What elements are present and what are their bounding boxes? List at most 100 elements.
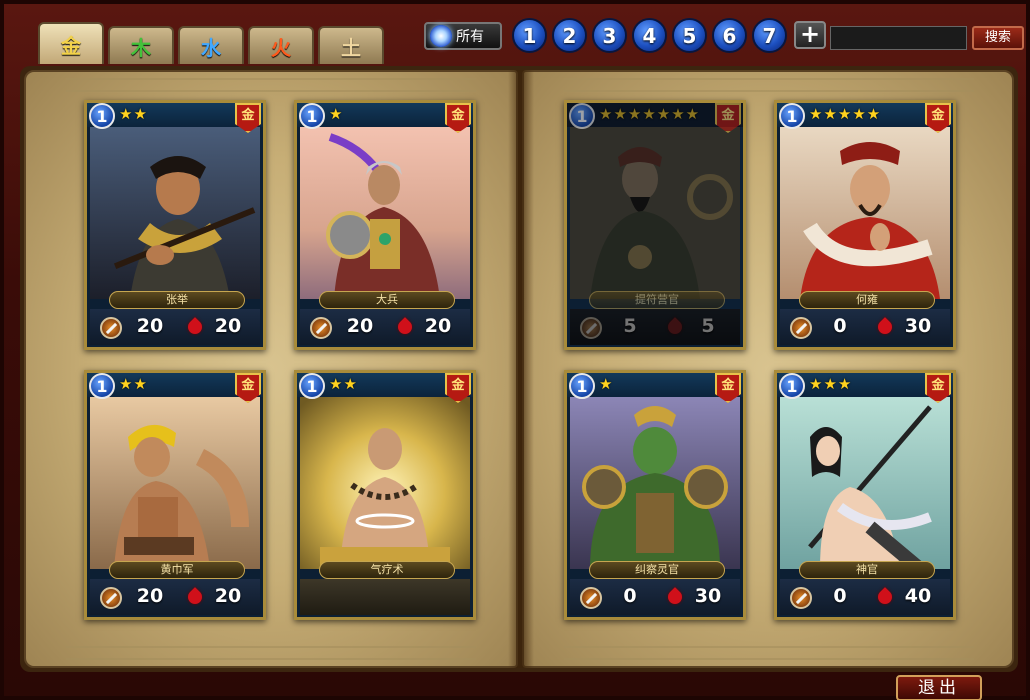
level-4-button[interactable]: 4 <box>632 18 667 53</box>
level-1-button[interactable]: 1 <box>512 18 547 53</box>
card-portrait <box>570 397 740 569</box>
card-portrait <box>300 127 470 299</box>
card-stars: ★★ <box>119 375 148 393</box>
tab-fire-label: 火 <box>271 35 291 60</box>
orb-icon <box>430 25 452 47</box>
tab-fire[interactable]: 火 <box>248 26 314 64</box>
card-heyong[interactable]: 1 ★★★★★ 金 何雍 0 30 <box>774 100 956 350</box>
attack-value: 0 <box>833 315 847 337</box>
search-button[interactable]: 搜索 <box>972 26 1024 50</box>
all-levels-button[interactable]: 所有 <box>424 22 502 50</box>
card-stats <box>300 579 470 615</box>
attack-icon <box>100 317 122 339</box>
attack-value: 20 <box>346 315 374 337</box>
hp-value: 30 <box>694 585 722 607</box>
tab-wood[interactable]: 木 <box>108 26 174 64</box>
card-stars: ★★★ <box>809 375 853 393</box>
card-stars: ★★★★★★★ <box>599 105 701 123</box>
card-jiuchalingguan[interactable]: 1 ★ 金 纠察灵官 0 30 <box>564 370 746 620</box>
level-6-button[interactable]: 6 <box>712 18 747 53</box>
attack-icon <box>580 317 602 339</box>
card-zhangju[interactable]: 1 ★★ 金 张举 20 20 <box>84 100 266 350</box>
card-stars: ★ <box>599 375 614 393</box>
level-2-button[interactable]: 2 <box>552 18 587 53</box>
card-name: 黄巾军 <box>109 561 245 579</box>
hp-value: 20 <box>214 315 242 337</box>
card-stars: ★★ <box>329 375 358 393</box>
card-level-badge: 1 <box>89 103 115 129</box>
card-name: 何雍 <box>799 291 935 309</box>
card-shenguan[interactable]: 1 ★★★ 金 神官 0 40 <box>774 370 956 620</box>
attack-value: 20 <box>136 315 164 337</box>
card-stars: ★ <box>329 105 344 123</box>
page-ornament-top <box>564 78 974 92</box>
card-level-badge: 1 <box>779 103 805 129</box>
card-portrait <box>300 397 470 569</box>
game-window: 金 木 水 火 土 所有 1 2 3 4 5 6 7 + 搜索 1 ★★ 金 张… <box>0 0 1030 700</box>
blood-drop-icon <box>875 317 895 337</box>
attack-icon <box>310 317 332 339</box>
blood-drop-icon <box>875 587 895 607</box>
attack-icon <box>790 587 812 609</box>
attack-value: 0 <box>833 585 847 607</box>
card-level-badge: 1 <box>569 373 595 399</box>
hp-value: 40 <box>904 585 932 607</box>
card-portrait <box>780 397 950 569</box>
card-level-badge: 1 <box>299 103 325 129</box>
attack-value: 0 <box>623 585 637 607</box>
tab-water[interactable]: 水 <box>178 26 244 64</box>
blood-drop-icon <box>185 317 205 337</box>
hp-value: 5 <box>701 315 715 337</box>
attack-icon <box>100 587 122 609</box>
card-stars: ★★ <box>119 105 148 123</box>
attack-value: 5 <box>623 315 637 337</box>
tab-water-label: 水 <box>201 35 221 60</box>
attack-icon <box>790 317 812 339</box>
card-portrait <box>780 127 950 299</box>
page-ornament-top <box>66 78 476 92</box>
card-portrait <box>90 397 260 569</box>
exit-button[interactable]: 退出 <box>896 675 982 700</box>
level-3-button[interactable]: 3 <box>592 18 627 53</box>
attack-value: 20 <box>136 585 164 607</box>
card-stats: 20 20 <box>300 309 470 345</box>
card-name: 张举 <box>109 291 245 309</box>
card-stats: 0 40 <box>780 579 950 615</box>
card-dabing[interactable]: 1 ★ 金 大兵 20 20 <box>294 100 476 350</box>
card-name: 纠察灵官 <box>589 561 725 579</box>
card-portrait <box>570 127 740 299</box>
card-stats: 20 20 <box>90 579 260 615</box>
card-tifuyingguan[interactable]: 1 ★★★★★★★ 金 提符营官 5 5 <box>564 100 746 350</box>
hp-value: 20 <box>214 585 242 607</box>
card-level-badge: 1 <box>299 373 325 399</box>
card-stats: 20 20 <box>90 309 260 345</box>
tab-metal-label: 金 <box>61 33 81 58</box>
card-stats: 0 30 <box>570 579 740 615</box>
hp-value: 20 <box>424 315 452 337</box>
blood-drop-icon <box>185 587 205 607</box>
all-levels-label: 所有 <box>456 29 484 45</box>
tab-earth-label: 土 <box>341 35 361 60</box>
search-input[interactable] <box>830 26 967 50</box>
hp-value: 30 <box>904 315 932 337</box>
card-name: 大兵 <box>319 291 455 309</box>
card-level-badge: 1 <box>779 373 805 399</box>
tab-wood-label: 木 <box>131 35 151 60</box>
page-ornament-bottom <box>66 646 476 660</box>
attack-icon <box>580 587 602 609</box>
card-qiliaoshu[interactable]: 1 ★★ 金 气疗术 <box>294 370 476 620</box>
card-level-badge: 1 <box>89 373 115 399</box>
level-7-button[interactable]: 7 <box>752 18 787 53</box>
element-tabs: 金 木 水 火 土 <box>38 22 384 64</box>
card-huangjinjun[interactable]: 1 ★★ 金 黄巾军 20 20 <box>84 370 266 620</box>
level-filter: 1 2 3 4 5 6 7 + <box>512 18 826 53</box>
level-5-button[interactable]: 5 <box>672 18 707 53</box>
blood-drop-icon <box>395 317 415 337</box>
tab-metal[interactable]: 金 <box>38 22 104 64</box>
tab-earth[interactable]: 土 <box>318 26 384 64</box>
card-name: 提符营官 <box>589 291 725 309</box>
page-ornament-bottom <box>564 646 974 660</box>
level-plus-button[interactable]: + <box>794 21 826 49</box>
card-name: 气疗术 <box>319 561 455 579</box>
card-stars: ★★★★★ <box>809 105 882 123</box>
